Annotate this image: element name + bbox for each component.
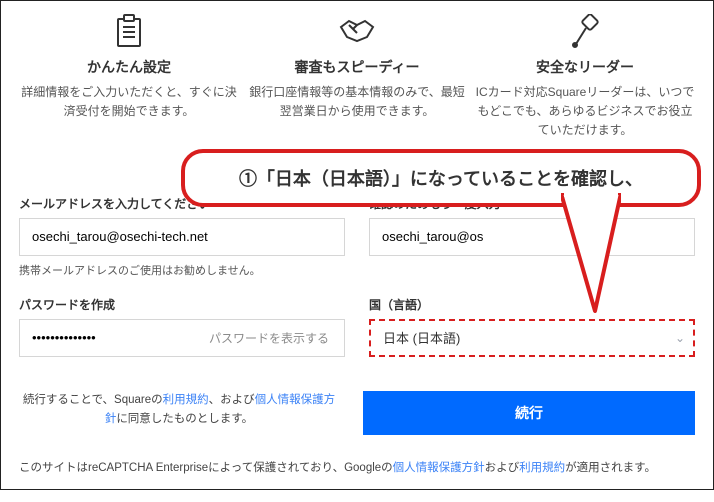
handshake-icon bbox=[247, 11, 467, 51]
country-label: 国（言語） bbox=[369, 296, 695, 313]
clipboard-icon bbox=[19, 11, 239, 51]
chevron-down-icon: ⌄ bbox=[675, 331, 685, 345]
country-selected: 日本 (日本語) bbox=[383, 328, 460, 347]
email-confirm-input[interactable] bbox=[369, 218, 695, 256]
email-confirm-label: 確認のためもう一度入力 bbox=[369, 195, 695, 212]
feature-easy-setup: かんたん設定 詳細情報をご入力いただくと、すぐに決済受付を開始できます。 bbox=[19, 11, 239, 141]
email-label: メールアドレスを入力してください bbox=[19, 195, 345, 212]
country-select[interactable]: 日本 (日本語) bbox=[369, 319, 695, 357]
continue-button[interactable]: 続行 bbox=[363, 391, 695, 435]
feature-desc: 銀行口座情報等の基本情報のみで、最短翌営業日から使用できます。 bbox=[247, 83, 467, 121]
feature-desc: ICカード対応Squareリーダーは、いつでもどこでも、あらゆるビジネスでお役立… bbox=[475, 83, 695, 141]
password-toggle[interactable]: パスワードを表示する bbox=[203, 328, 335, 347]
feature-fast-review: 審査もスピーディー 銀行口座情報等の基本情報のみで、最短翌営業日から使用できます… bbox=[247, 11, 467, 141]
google-terms-link[interactable]: 利用規約 bbox=[519, 462, 565, 474]
recaptcha-note: このサイトはreCAPTCHA Enterpriseによって保護されており、Go… bbox=[19, 459, 695, 475]
feature-title: かんたん設定 bbox=[19, 57, 239, 77]
reader-icon bbox=[475, 11, 695, 51]
feature-safe-reader: 安全なリーダー ICカード対応Squareリーダーは、いつでもどこでも、あらゆる… bbox=[475, 11, 695, 141]
agreement-text: 続行することで、Squareの利用規約、および個人情報保護方針に同意したものとし… bbox=[19, 391, 339, 430]
email-hint: 携帯メールアドレスのご使用はお勧めしません。 bbox=[19, 262, 345, 278]
feature-title: 安全なリーダー bbox=[475, 57, 695, 77]
password-label: パスワードを作成 bbox=[19, 296, 345, 313]
feature-desc: 詳細情報をご入力いただくと、すぐに決済受付を開始できます。 bbox=[19, 83, 239, 121]
terms-link[interactable]: 利用規約 bbox=[163, 394, 209, 406]
feature-row: かんたん設定 詳細情報をご入力いただくと、すぐに決済受付を開始できます。 審査も… bbox=[19, 11, 695, 141]
google-privacy-link[interactable]: 個人情報保護方針 bbox=[393, 462, 485, 474]
email-input[interactable] bbox=[19, 218, 345, 256]
feature-title: 審査もスピーディー bbox=[247, 57, 467, 77]
